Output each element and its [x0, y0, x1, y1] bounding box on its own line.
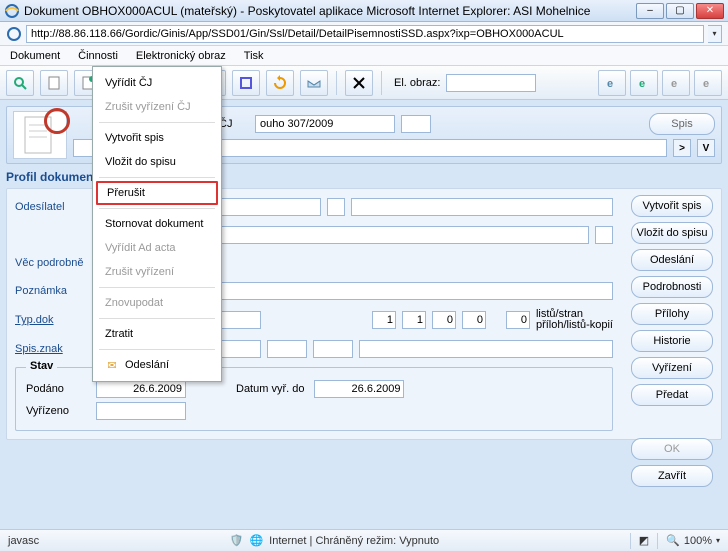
toolbar-btn-7[interactable] — [232, 70, 260, 96]
address-bar-row: http://88.86.118.66/Gordic/Ginis/App/SSD… — [0, 22, 728, 46]
toolbar-right-4[interactable]: e — [694, 70, 722, 96]
action-predat[interactable]: Předat — [631, 384, 713, 406]
action-vytvorit-spis[interactable]: Vytvořit spis — [631, 195, 713, 217]
dd-vyridit-ad-acta: Vyřídit Ad acta — [93, 236, 221, 260]
vec-picker[interactable] — [595, 226, 613, 244]
ie-icon — [4, 3, 20, 19]
toolbar-btn-2[interactable] — [40, 70, 68, 96]
spis-button[interactable]: Spis — [649, 113, 715, 135]
window-close-button[interactable]: ✕ — [696, 3, 724, 19]
datum-vyr-label: Datum vyř. do — [236, 383, 304, 395]
window-minimize-button[interactable]: – — [636, 3, 664, 19]
action-prilohy[interactable]: Přílohy — [631, 303, 713, 325]
dd-vytvorit-spis[interactable]: Vytvořit spis — [93, 126, 221, 150]
internet-zone-icon: 🌐 — [249, 534, 263, 547]
num-5[interactable]: 0 — [506, 311, 530, 329]
chevron-down-icon[interactable]: ▾ — [716, 536, 720, 545]
action-zavrit[interactable]: Zavřít — [631, 465, 713, 487]
dd-stornovat-dokument[interactable]: Stornovat dokument — [93, 212, 221, 236]
toolbar-btn-9[interactable] — [300, 70, 328, 96]
action-ok[interactable]: OK — [631, 438, 713, 460]
odesilatel-extra[interactable] — [351, 198, 613, 216]
mail-icon: ✉ — [105, 358, 119, 372]
dd-ztratit[interactable]: Ztratit — [93, 322, 221, 346]
dd-zrusit-vyrizeni-cj: Zrušit vyřízení ČJ — [93, 95, 221, 119]
toolbar-btn-delete[interactable] — [345, 70, 373, 96]
menu-cinnosti[interactable]: Činnosti — [78, 50, 118, 62]
dd-vlozit-do-spisu[interactable]: Vložit do spisu — [93, 150, 221, 174]
toolbar-btn-8[interactable] — [266, 70, 294, 96]
datum-vyr-value[interactable]: 26.6.2009 — [314, 380, 404, 398]
dd-prerusit[interactable]: Přerušit — [96, 181, 218, 205]
num-3[interactable]: 0 — [432, 311, 456, 329]
dd-odeslani[interactable]: ✉ Odeslání — [93, 353, 221, 377]
dd-znovupodat: Znovupodat — [93, 291, 221, 315]
elobraz-label: El. obraz: — [394, 77, 440, 89]
cinnosti-dropdown: Vyřídit ČJ Zrušit vyřízení ČJ Vytvořit s… — [92, 66, 222, 382]
vec-podrobne-label: Věc podrobně — [15, 257, 95, 269]
typdok-label[interactable]: Typ.dok — [15, 314, 95, 326]
cj-value[interactable]: ouho 307/2009 — [255, 115, 395, 133]
status-left-text: javasc — [8, 535, 39, 547]
spisznak-label[interactable]: Spis.znak — [15, 343, 95, 355]
action-podrobnosti[interactable]: Podrobnosti — [631, 276, 713, 298]
spisznak-extra1[interactable] — [267, 340, 307, 358]
action-vyrizeni[interactable]: Vyřízení — [631, 357, 713, 379]
address-dropdown-button[interactable]: ▾ — [708, 25, 722, 43]
page-favicon — [6, 26, 22, 42]
window-maximize-button[interactable]: ▢ — [666, 3, 694, 19]
window-title: Dokument OBHOX000ACUL (mateřský) - Posky… — [24, 4, 636, 18]
app-menubar: Dokument Činnosti Elektronický obraz Tis… — [0, 46, 728, 66]
status-icon-1[interactable]: ◩ — [639, 534, 649, 547]
toolbar-right-1[interactable]: e — [598, 70, 626, 96]
window-titlebar: Dokument OBHOX000ACUL (mateřský) - Posky… — [0, 0, 728, 22]
zoom-value: 100% — [684, 535, 712, 547]
action-buttons-column: Vytvořit spis Vložit do spisu Odeslání P… — [631, 195, 713, 487]
toolbar-right-3[interactable]: e — [662, 70, 690, 96]
menu-dokument[interactable]: Dokument — [10, 50, 60, 62]
podano-label: Podáno — [26, 383, 86, 395]
spisznak-extra3[interactable] — [359, 340, 613, 358]
num-4[interactable]: 0 — [462, 311, 486, 329]
action-vlozit-do-spisu[interactable]: Vložit do spisu — [631, 222, 713, 244]
svg-text:e: e — [703, 78, 709, 90]
listu-stran-label: listů/stran příloh/listů-kopií — [536, 309, 613, 331]
cj-label: ČJ — [219, 118, 249, 130]
address-input[interactable]: http://88.86.118.66/Gordic/Ginis/App/SSD… — [26, 25, 704, 43]
dd-zrusit-vyrizeni: Zrušit vyřízení — [93, 260, 221, 284]
odesilatel-picker[interactable] — [327, 198, 345, 216]
v-button[interactable]: V — [697, 139, 715, 157]
action-odeslani[interactable]: Odeslání — [631, 249, 713, 271]
spisznak-extra2[interactable] — [313, 340, 353, 358]
poznamka-label: Poznámka — [15, 285, 95, 297]
gt-button[interactable]: > — [673, 139, 691, 157]
num-1[interactable]: 1 — [372, 311, 396, 329]
toolbar-btn-1[interactable] — [6, 70, 34, 96]
vyrizeno-value[interactable] — [96, 402, 186, 420]
svg-text:e: e — [671, 78, 677, 90]
svg-text:e: e — [607, 78, 613, 90]
stav-legend: Stav — [26, 360, 57, 372]
vyrizeno-label: Vyřízeno — [26, 405, 86, 417]
action-historie[interactable]: Historie — [631, 330, 713, 352]
menu-tisk[interactable]: Tisk — [244, 50, 264, 62]
menu-elektronicky-obraz[interactable]: Elektronický obraz — [136, 50, 226, 62]
status-mid-text: Internet | Chráněný režim: Vypnuto — [269, 535, 439, 547]
toolbar-right-2[interactable]: e — [630, 70, 658, 96]
elobraz-input[interactable] — [446, 74, 536, 92]
svg-text:e: e — [639, 78, 645, 90]
zoom-icon: 🔍 — [666, 534, 680, 547]
security-shield-icon: 🛡️ — [230, 534, 244, 547]
cj-small-box[interactable] — [401, 115, 431, 133]
zoom-control[interactable]: 🔍 100% ▾ — [666, 534, 720, 547]
odesilatel-label: Odesílatel — [15, 201, 95, 213]
podano-value[interactable]: 26.6.2009 — [96, 380, 186, 398]
num-2[interactable]: 1 — [402, 311, 426, 329]
dd-vyridit-cj[interactable]: Vyřídit ČJ — [93, 71, 221, 95]
status-bar: javasc 🛡️ 🌐 Internet | Chráněný režim: V… — [0, 529, 728, 551]
content-area: ČJ ouho 307/2009 Spis > V Profil dokumen… — [0, 100, 728, 529]
document-icon — [13, 111, 67, 159]
